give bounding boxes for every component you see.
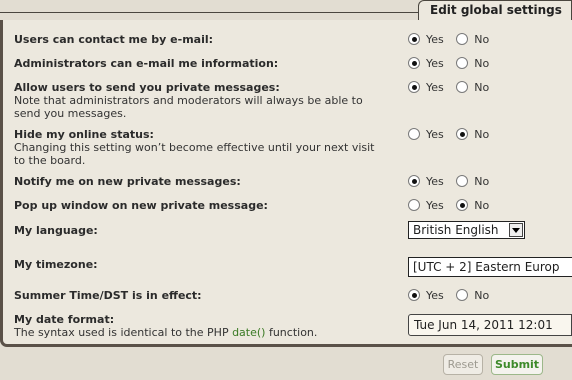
setting-row-private-messages: Allow users to send you private messages… [14,81,572,120]
radio-yes-option[interactable]: Yes [408,81,444,94]
radio-group: Yes No [408,33,498,46]
radio-no[interactable] [456,289,469,301]
setting-note: Note that administrators and moderators … [14,94,363,120]
radio-no-label: No [474,33,490,46]
radio-yes-label: Yes [426,199,444,212]
radio-yes[interactable] [408,199,420,211]
chevron-down-icon[interactable] [509,223,523,237]
radio-yes-label: Yes [426,81,444,94]
language-select[interactable]: British English [408,221,525,239]
radio-yes-label: Yes [426,175,444,188]
radio-no[interactable] [456,33,469,45]
radio-no[interactable] [456,175,469,187]
radio-yes[interactable] [408,128,420,140]
setting-row-popup-pm: Pop up window on new private message: Ye… [14,199,572,212]
radio-yes-option[interactable]: Yes [408,57,444,70]
radio-no[interactable] [456,199,469,211]
language-select-value: British English [413,223,499,237]
radio-no-option[interactable]: No [456,128,489,141]
note-text: function. [265,326,318,339]
radio-yes-option[interactable]: Yes [408,289,444,302]
radio-group: Yes No [408,57,498,70]
radio-no-label: No [474,81,490,94]
setting-row-dst: Summer Time/DST is in effect: Yes No [14,289,572,302]
radio-no-option[interactable]: No [456,81,489,94]
radio-no[interactable] [456,57,469,69]
radio-group: Yes No [408,128,498,141]
radio-no-label: No [474,289,490,302]
setting-row-email-contact: Users can contact me by e-mail: Yes No [14,33,572,46]
submit-button[interactable]: Submit [491,354,543,375]
radio-yes[interactable] [408,81,420,93]
setting-row-admin-email: Administrators can e-mail me information… [14,57,572,70]
radio-yes-option[interactable]: Yes [408,175,444,188]
radio-no[interactable] [456,128,469,140]
setting-note: Changing this setting won’t become effec… [14,141,375,167]
radio-yes[interactable] [408,289,420,301]
radio-no-label: No [474,128,490,141]
setting-note: The syntax used is identical to the PHP … [14,326,394,339]
setting-row-hide-online: Hide my online status: Changing this set… [14,128,572,167]
radio-yes-option[interactable]: Yes [408,199,444,212]
radio-group: Yes No [408,289,498,302]
note-text: The syntax used is identical to the PHP [14,326,233,339]
date-format-input[interactable]: Tue Jun 14, 2011 12:01 [408,314,572,336]
radio-no-option[interactable]: No [456,57,489,70]
radio-no-label: No [474,175,490,188]
radio-group: Yes No [408,199,498,212]
radio-yes[interactable] [408,57,420,69]
radio-no-option[interactable]: No [456,289,489,302]
radio-no[interactable] [456,81,469,93]
radio-no-label: No [474,199,490,212]
timezone-select[interactable]: [UTC + 2] Eastern Europ [408,257,572,277]
radio-yes[interactable] [408,175,420,187]
radio-group: Yes No [408,175,498,188]
radio-group: Yes No [408,81,498,94]
setting-row-language: My language: British English [14,221,572,239]
setting-row-notify-pm: Notify me on new private messages: Yes N… [14,175,572,188]
radio-no-label: No [474,57,490,70]
radio-no-option[interactable]: No [456,175,489,188]
timezone-select-value: [UTC + 2] Eastern Europ [413,260,560,274]
setting-row-date-format: My date format: The syntax used is ident… [14,313,572,339]
setting-row-timezone: My timezone: [UTC + 2] Eastern Europ [14,257,572,277]
radio-yes-option[interactable]: Yes [408,128,444,141]
tab-edit-global-settings[interactable]: Edit global settings [418,0,572,21]
radio-yes-label: Yes [426,57,444,70]
reset-button[interactable]: Reset [443,354,483,375]
radio-yes-label: Yes [426,33,444,46]
radio-yes-label: Yes [426,289,444,302]
php-date-link[interactable]: date() [232,326,265,339]
radio-yes[interactable] [408,33,420,45]
radio-no-option[interactable]: No [456,199,489,212]
radio-no-option[interactable]: No [456,33,489,46]
radio-yes-label: Yes [426,128,444,141]
radio-yes-option[interactable]: Yes [408,33,444,46]
